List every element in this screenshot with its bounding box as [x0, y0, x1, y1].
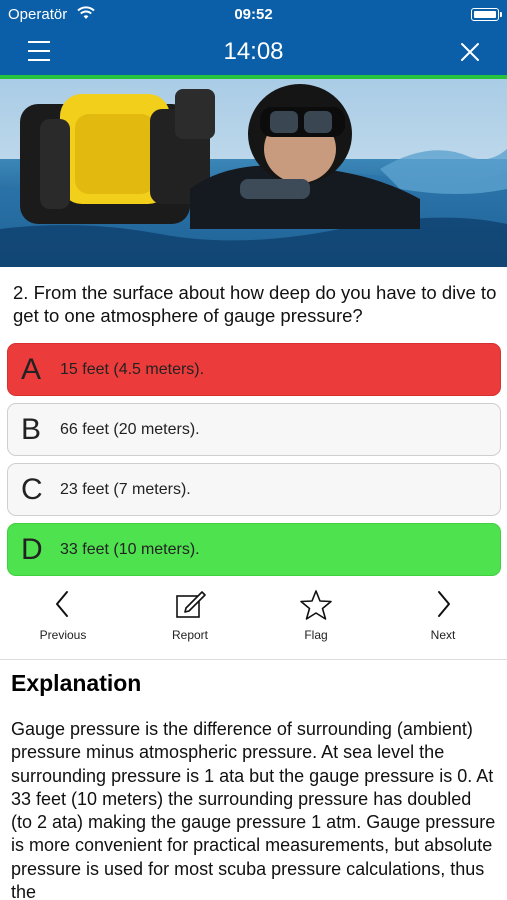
- answer-letter: A: [21, 353, 42, 386]
- next-button[interactable]: Next: [398, 584, 488, 650]
- star-icon: [300, 590, 332, 620]
- answer-option-b[interactable]: B 66 feet (20 meters).: [7, 403, 501, 456]
- report-button[interactable]: Report: [145, 584, 235, 650]
- answer-letter: B: [21, 413, 42, 446]
- app-header: Operatör 09:52 14:08: [0, 0, 507, 79]
- answer-option-d[interactable]: D 33 feet (10 meters).: [7, 523, 501, 576]
- answer-option-a[interactable]: A 15 feet (4.5 meters).: [7, 343, 501, 396]
- answer-text: 66 feet (20 meters).: [60, 421, 200, 438]
- previous-label: Previous: [39, 628, 87, 642]
- answer-text: 33 feet (10 meters).: [60, 541, 200, 558]
- section-divider: [0, 659, 507, 660]
- flag-label: Flag: [304, 628, 328, 642]
- answer-text: 23 feet (7 meters).: [60, 481, 191, 498]
- quiz-timer: 14:08: [223, 38, 284, 65]
- edit-icon: [176, 591, 206, 618]
- status-bar: Operatör 09:52: [0, 0, 507, 28]
- question-toolbar: Previous Report Flag Next: [0, 584, 507, 654]
- explanation-title: Explanation: [11, 670, 142, 696]
- close-icon[interactable]: [459, 41, 481, 63]
- next-label: Next: [430, 628, 456, 642]
- question-text: 2. From the surface about how deep do yo…: [13, 282, 497, 326]
- previous-button[interactable]: Previous: [18, 584, 108, 650]
- answer-text: 15 feet (4.5 meters).: [60, 361, 205, 378]
- answer-option-c[interactable]: C 23 feet (7 meters).: [7, 463, 501, 516]
- answer-letter: C: [21, 473, 43, 506]
- flag-button[interactable]: Flag: [271, 584, 361, 650]
- chevron-right-icon: [438, 591, 450, 617]
- chevron-left-icon: [56, 591, 68, 617]
- report-label: Report: [171, 628, 209, 642]
- battery-icon: [471, 8, 502, 21]
- question-photo: [0, 79, 507, 267]
- explanation-text: Gauge pressure is the difference of surr…: [11, 719, 496, 900]
- answer-letter: D: [21, 533, 43, 566]
- status-time: 09:52: [234, 6, 273, 23]
- nav-bar: 14:08: [0, 28, 507, 76]
